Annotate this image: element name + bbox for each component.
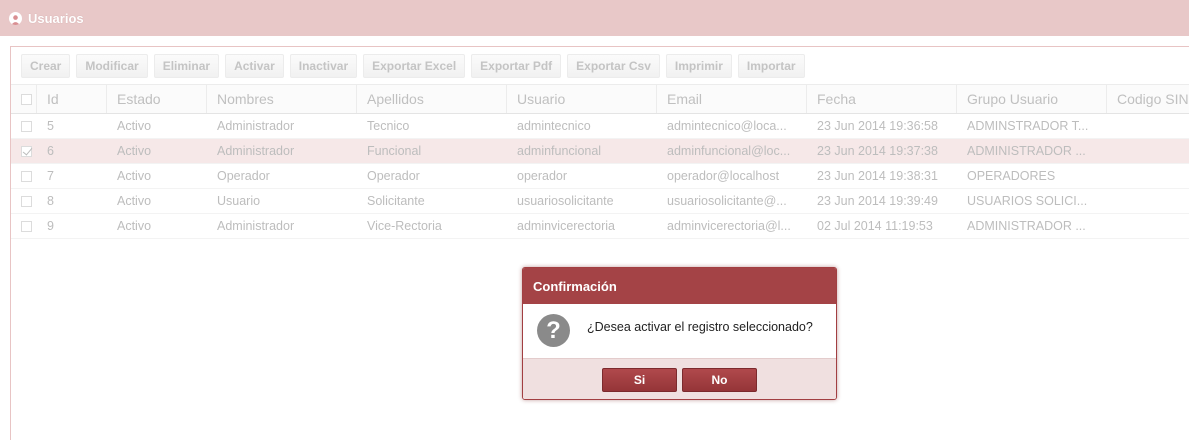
export-csv-button[interactable]: Exportar Csv	[567, 54, 660, 78]
table-header: Id Estado Nombres Apellidos Usuario Emai…	[11, 84, 1189, 114]
cell-apellidos: Funcional	[367, 144, 422, 158]
delete-button[interactable]: Eliminar	[153, 54, 220, 78]
row-select-cell	[11, 139, 37, 163]
cell-fecha: 02 Jul 2014 11:19:53	[817, 219, 933, 233]
cell-nombres: Administrador	[217, 119, 295, 133]
row-checkbox[interactable]	[21, 145, 32, 157]
cell-grupo-usuario: USUARIOS SOLICI...	[967, 194, 1088, 208]
table-row[interactable]: 6 Activo Administrador Funcional adminfuncio…	[11, 139, 1189, 164]
dialog-message: ¿Desea activar el registro seleccionado?	[587, 320, 813, 334]
cell-id: 9	[47, 219, 54, 233]
window-title-bar: Usuarios	[0, 0, 1189, 36]
cell-email: operador@localhost	[667, 169, 780, 183]
column-header-grupo-usuario[interactable]: Grupo Usuario	[957, 85, 1107, 113]
cell-estado: Activo	[117, 169, 152, 183]
modify-button[interactable]: Modificar	[76, 54, 148, 78]
export-pdf-button[interactable]: Exportar Pdf	[471, 54, 562, 78]
cell-estado: Activo	[117, 194, 152, 208]
cell-usuario: operador	[517, 169, 568, 183]
column-header-email[interactable]: Email	[657, 85, 807, 113]
column-header-usuario[interactable]: Usuario	[507, 85, 657, 113]
cell-fecha: 23 Jun 2014 19:37:38	[817, 144, 938, 158]
cell-email: usuariosolicitante@...	[667, 194, 787, 208]
table-body: 5 Activo Administrador Tecnico admintecnico a…	[11, 114, 1189, 239]
activate-button[interactable]: Activar	[225, 54, 284, 78]
row-checkbox[interactable]	[21, 170, 32, 182]
column-header-estado[interactable]: Estado	[107, 85, 207, 113]
user-icon	[9, 11, 22, 25]
cell-usuario: admintecnico	[517, 119, 591, 133]
cell-id: 5	[47, 119, 54, 133]
row-select-cell	[11, 164, 37, 188]
table-row[interactable]: 5 Activo Administrador Tecnico admintecnico a…	[11, 114, 1189, 139]
cell-grupo-usuario: ADMINISTRADOR ...	[967, 144, 1086, 158]
row-select-cell	[11, 214, 37, 238]
cell-estado: Activo	[117, 144, 152, 158]
cell-usuario: usuariosolicitante	[517, 194, 614, 208]
row-checkbox[interactable]	[21, 220, 32, 232]
import-button[interactable]: Importar	[737, 54, 805, 78]
table-row[interactable]: 7 Activo Operador Operador operador operador@…	[11, 164, 1189, 189]
question-icon: ?	[537, 314, 570, 347]
export-excel-button[interactable]: Exportar Excel	[363, 54, 466, 78]
users-table: Id Estado Nombres Apellidos Usuario Emai…	[11, 84, 1189, 239]
no-button[interactable]: No	[682, 368, 757, 392]
cell-grupo-usuario: ADMINSTRADOR T...	[967, 119, 1089, 133]
dialog-title: Confirmación	[523, 268, 836, 304]
cell-nombres: Administrador	[217, 219, 295, 233]
cell-nombres: Operador	[217, 169, 270, 183]
cell-apellidos: Tecnico	[367, 119, 410, 133]
row-select-cell	[11, 114, 37, 138]
cell-fecha: 23 Jun 2014 19:39:49	[817, 194, 938, 208]
cell-apellidos: Solicitante	[367, 194, 425, 208]
cell-email: adminvicerectoria@l...	[667, 219, 791, 233]
cell-grupo-usuario: OPERADORES	[967, 169, 1056, 183]
print-button[interactable]: Imprimir	[665, 54, 732, 78]
column-header-id[interactable]: Id	[37, 85, 107, 113]
deactivate-button[interactable]: Inactivar	[289, 54, 358, 78]
cell-id: 6	[47, 144, 54, 158]
window-title: Usuarios	[28, 10, 84, 26]
toolbar: Crear Modificar Eliminar Activar Inactiv…	[21, 54, 805, 78]
row-select-cell	[11, 189, 37, 213]
confirmation-dialog: Confirmación ? ¿Desea activar el registr…	[522, 267, 837, 400]
dialog-footer: Si No	[523, 358, 836, 399]
cell-usuario: adminfuncional	[517, 144, 602, 158]
cell-fecha: 23 Jun 2014 19:36:58	[817, 119, 938, 133]
dialog-body: ? ¿Desea activar el registro seleccionad…	[523, 304, 836, 358]
cell-estado: Activo	[117, 119, 152, 133]
table-row[interactable]: 9 Activo Administrador Vice-Rectoria adminvi…	[11, 214, 1189, 239]
cell-id: 8	[47, 194, 54, 208]
column-header-apellidos[interactable]: Apellidos	[357, 85, 507, 113]
row-checkbox[interactable]	[21, 120, 32, 132]
row-checkbox[interactable]	[21, 195, 32, 207]
cell-id: 7	[47, 169, 54, 183]
cell-email: admintecnico@loca...	[667, 119, 787, 133]
cell-fecha: 23 Jun 2014 19:38:31	[817, 169, 938, 183]
column-header-fecha[interactable]: Fecha	[807, 85, 957, 113]
cell-grupo-usuario: ADMINISTRADOR ...	[967, 219, 1086, 233]
header-select-cell	[11, 85, 37, 113]
cell-nombres: Usuario	[217, 194, 261, 208]
yes-button[interactable]: Si	[602, 368, 677, 392]
select-all-checkbox[interactable]	[21, 93, 32, 105]
cell-apellidos: Vice-Rectoria	[367, 219, 442, 233]
column-header-codigo-sin[interactable]: Codigo SIN	[1107, 85, 1189, 113]
cell-estado: Activo	[117, 219, 152, 233]
cell-usuario: adminvicerectoria	[517, 219, 615, 233]
cell-apellidos: Operador	[367, 169, 420, 183]
table-row[interactable]: 8 Activo Usuario Solicitante usuariosolicita…	[11, 189, 1189, 214]
cell-nombres: Administrador	[217, 144, 295, 158]
cell-email: adminfuncional@loc...	[667, 144, 791, 158]
create-button[interactable]: Crear	[21, 54, 71, 78]
column-header-nombres[interactable]: Nombres	[207, 85, 357, 113]
